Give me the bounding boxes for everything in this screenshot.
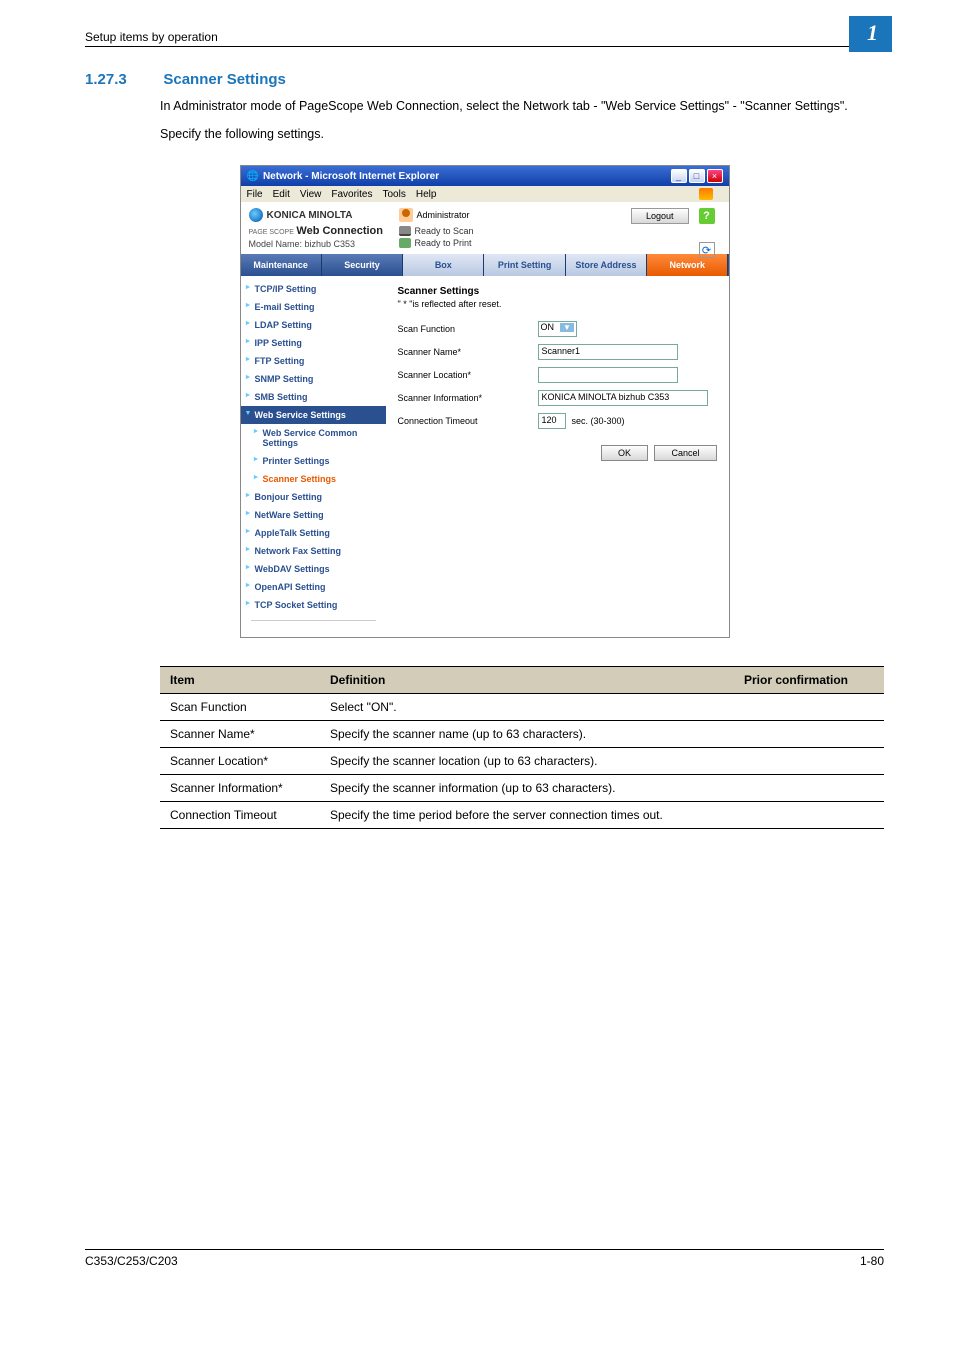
th-item: Item (160, 667, 320, 694)
km-logo-icon (249, 208, 263, 222)
maximize-button[interactable]: □ (689, 169, 705, 183)
sidebar-item-netware[interactable]: NetWare Setting (241, 506, 386, 524)
footer-left: C353/C253/C203 (85, 1254, 178, 1268)
sidebar-item-web-service[interactable]: Web Service Settings (241, 406, 386, 424)
sidebar-sub-scanner[interactable]: Scanner Settings (241, 470, 386, 488)
select-scan-function[interactable]: ON▼ (538, 321, 577, 337)
header-text: Setup items by operation (85, 30, 218, 44)
help-icon[interactable]: ? (699, 208, 715, 224)
model-name: Model Name: bizhub C353 (249, 239, 399, 249)
sidebar-item-snmp[interactable]: SNMP Setting (241, 370, 386, 388)
minimize-button[interactable]: _ (671, 169, 687, 183)
intro-paragraph-2: Specify the following settings. (160, 126, 884, 144)
form-note: " * "is reflected after reset. (398, 299, 717, 309)
cancel-button[interactable]: Cancel (654, 445, 716, 461)
section-number: 1.27.3 (85, 71, 160, 88)
menu-view[interactable]: View (300, 189, 322, 200)
label-scanner-location: Scanner Location* (398, 370, 538, 380)
refresh-icon[interactable]: ⟳ (699, 242, 715, 258)
label-scan-function: Scan Function (398, 324, 538, 334)
printer-icon (399, 238, 411, 248)
intro-paragraph-1: In Administrator mode of PageScope Web C… (160, 98, 884, 116)
th-prior: Prior confirmation (734, 667, 884, 694)
table-row: Connection Timeout Specify the time peri… (160, 802, 884, 829)
section-heading: 1.27.3 Scanner Settings (85, 71, 884, 88)
menu-favorites[interactable]: Favorites (331, 189, 372, 200)
input-scanner-location[interactable] (538, 367, 678, 383)
status-print: Ready to Print (415, 238, 472, 248)
ie-flag-icon (699, 188, 713, 200)
window-title: Network - Microsoft Internet Explorer (263, 171, 671, 182)
menu-edit[interactable]: Edit (273, 189, 290, 200)
sidebar-divider (251, 620, 376, 621)
sidebar: TCP/IP Setting E-mail Setting LDAP Setti… (241, 276, 386, 637)
tab-store-address[interactable]: Store Address (566, 254, 647, 276)
ie-icon: 🌐 (247, 171, 259, 182)
brand: KONICA MINOLTA (249, 208, 399, 222)
pagescope-header: KONICA MINOLTA PAGE SCOPE Web Connection… (241, 202, 729, 254)
section-title: Scanner Settings (163, 71, 286, 88)
label-scanner-info: Scanner Information* (398, 393, 538, 403)
sidebar-sub-printer[interactable]: Printer Settings (241, 452, 386, 470)
footer-right: 1-80 (860, 1254, 884, 1268)
menu-tools[interactable]: Tools (382, 189, 405, 200)
logout-button[interactable]: Logout (631, 208, 689, 224)
input-scanner-info[interactable]: KONICA MINOLTA bizhub C353 (538, 390, 708, 406)
table-row: Scanner Location* Specify the scanner lo… (160, 748, 884, 775)
chapter-badge: 1 (849, 16, 892, 52)
tab-bar: Maintenance Security Box Print Setting S… (241, 254, 729, 276)
definition-table: Item Definition Prior confirmation Scan … (160, 666, 884, 829)
window-titlebar: 🌐 Network - Microsoft Internet Explorer … (241, 166, 729, 186)
close-button[interactable]: × (707, 169, 723, 183)
timeout-unit: sec. (30-300) (572, 416, 625, 426)
sidebar-item-openapi[interactable]: OpenAPI Setting (241, 578, 386, 596)
chevron-down-icon: ▼ (560, 323, 574, 332)
form-heading: Scanner Settings (398, 286, 717, 297)
label-timeout: Connection Timeout (398, 416, 538, 426)
main-pane: Scanner Settings " * "is reflected after… (386, 276, 729, 637)
sidebar-sub-common[interactable]: Web Service Common Settings (241, 424, 386, 452)
page-footer: C353/C253/C203 1-80 (85, 1249, 884, 1268)
browser-window: 🌐 Network - Microsoft Internet Explorer … (240, 165, 730, 638)
ok-button[interactable]: OK (601, 445, 648, 461)
screenshot: 🌐 Network - Microsoft Internet Explorer … (85, 165, 884, 638)
sidebar-item-bonjour[interactable]: Bonjour Setting (241, 488, 386, 506)
sidebar-item-ftp[interactable]: FTP Setting (241, 352, 386, 370)
sidebar-item-email[interactable]: E-mail Setting (241, 298, 386, 316)
admin-label: Administrator (417, 210, 470, 220)
table-row: Scan Function Select "ON". (160, 694, 884, 721)
page-header: Setup items by operation 1 (85, 30, 884, 47)
scanner-icon (399, 226, 411, 236)
sidebar-item-webdav[interactable]: WebDAV Settings (241, 560, 386, 578)
tab-print-setting[interactable]: Print Setting (484, 254, 565, 276)
input-scanner-name[interactable]: Scanner1 (538, 344, 678, 360)
label-scanner-name: Scanner Name* (398, 347, 538, 357)
admin-icon (399, 208, 413, 222)
brand-text: KONICA MINOLTA (267, 210, 353, 221)
table-row: Scanner Name* Specify the scanner name (… (160, 721, 884, 748)
web-connection-label: PAGE SCOPE Web Connection (249, 225, 399, 237)
th-definition: Definition (320, 667, 734, 694)
sidebar-item-smb[interactable]: SMB Setting (241, 388, 386, 406)
sidebar-item-networkfax[interactable]: Network Fax Setting (241, 542, 386, 560)
tab-network[interactable]: Network (647, 254, 728, 276)
menu-help[interactable]: Help (416, 189, 437, 200)
menu-file[interactable]: File (247, 189, 263, 200)
table-row: Scanner Information* Specify the scanner… (160, 775, 884, 802)
status-scan: Ready to Scan (415, 226, 474, 236)
tab-maintenance[interactable]: Maintenance (241, 254, 322, 276)
sidebar-item-ldap[interactable]: LDAP Setting (241, 316, 386, 334)
tab-box[interactable]: Box (403, 254, 484, 276)
input-timeout[interactable]: 120 (538, 413, 566, 429)
tab-security[interactable]: Security (322, 254, 403, 276)
sidebar-item-tcpsocket[interactable]: TCP Socket Setting (241, 596, 386, 614)
menu-bar[interactable]: File Edit View Favorites Tools Help (241, 186, 729, 202)
sidebar-item-appletalk[interactable]: AppleTalk Setting (241, 524, 386, 542)
sidebar-item-ipp[interactable]: IPP Setting (241, 334, 386, 352)
sidebar-item-tcpip[interactable]: TCP/IP Setting (241, 280, 386, 298)
